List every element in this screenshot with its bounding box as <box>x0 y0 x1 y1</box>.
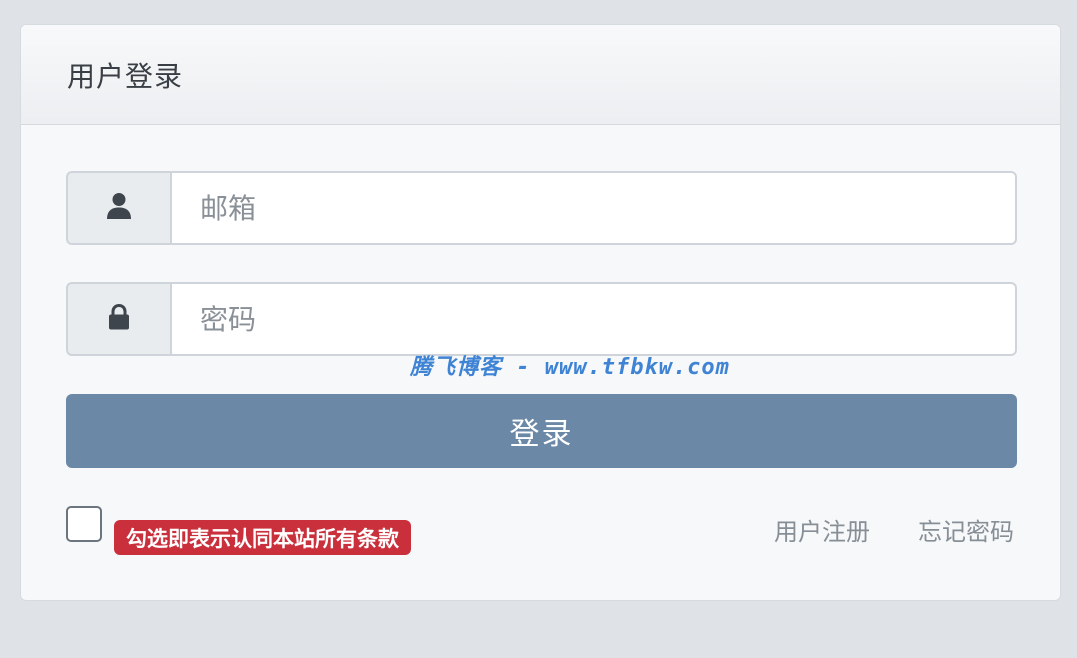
password-input[interactable] <box>170 282 1017 356</box>
password-field-addon <box>66 282 170 356</box>
card-header: 用户登录 <box>21 25 1060 125</box>
email-field-addon <box>66 171 170 245</box>
email-input[interactable] <box>170 171 1017 245</box>
register-link[interactable]: 用户注册 <box>774 512 870 547</box>
card-title: 用户登录 <box>67 59 184 93</box>
login-card: 用户登录 登录 勾选即表示认同本站所有条款 用户注册 忘记密码 <box>20 24 1061 601</box>
login-button[interactable]: 登录 <box>66 394 1017 468</box>
watermark: 腾飞博客 - www.tfbkw.com <box>410 355 730 380</box>
agree-terms-checkbox[interactable] <box>66 506 102 542</box>
password-field-group <box>66 282 1017 356</box>
terms-badge: 勾选即表示认同本站所有条款 <box>114 520 411 555</box>
user-icon <box>106 192 132 224</box>
lock-icon <box>108 303 130 334</box>
email-field-group <box>66 171 1017 245</box>
forgot-password-link[interactable]: 忘记密码 <box>918 512 1014 547</box>
